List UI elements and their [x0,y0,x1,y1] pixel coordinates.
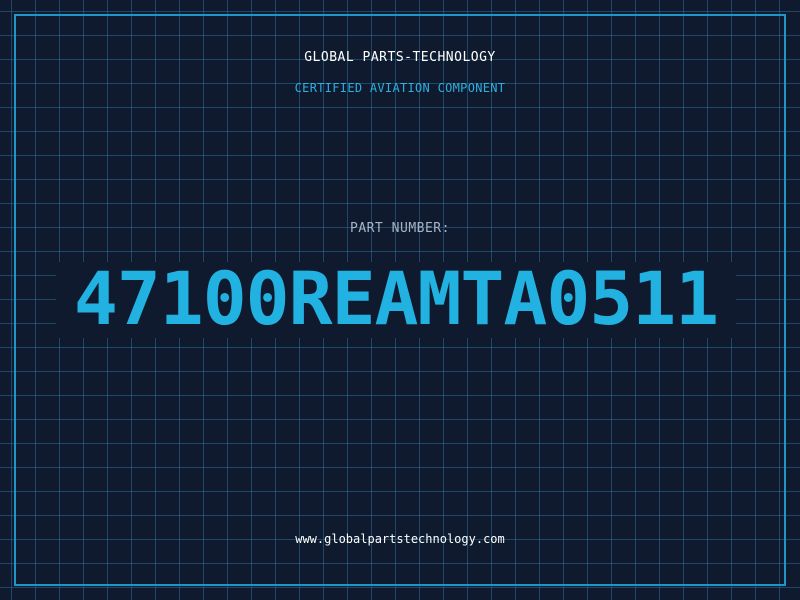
part-number-panel: 47100REAMTA0511 [56,262,736,338]
certification-subtitle: CERTIFIED AVIATION COMPONENT [294,81,506,95]
website-url: www.globalpartstechnology.com [295,532,505,546]
part-number-value: 47100REAMTA0511 [73,257,719,342]
certificate-card: GLOBAL PARTS-TECHNOLOGY CERTIFIED AVIATI… [0,0,800,600]
part-number-label: PART NUMBER: [350,221,450,236]
company-name: GLOBAL PARTS-TECHNOLOGY [304,50,496,65]
